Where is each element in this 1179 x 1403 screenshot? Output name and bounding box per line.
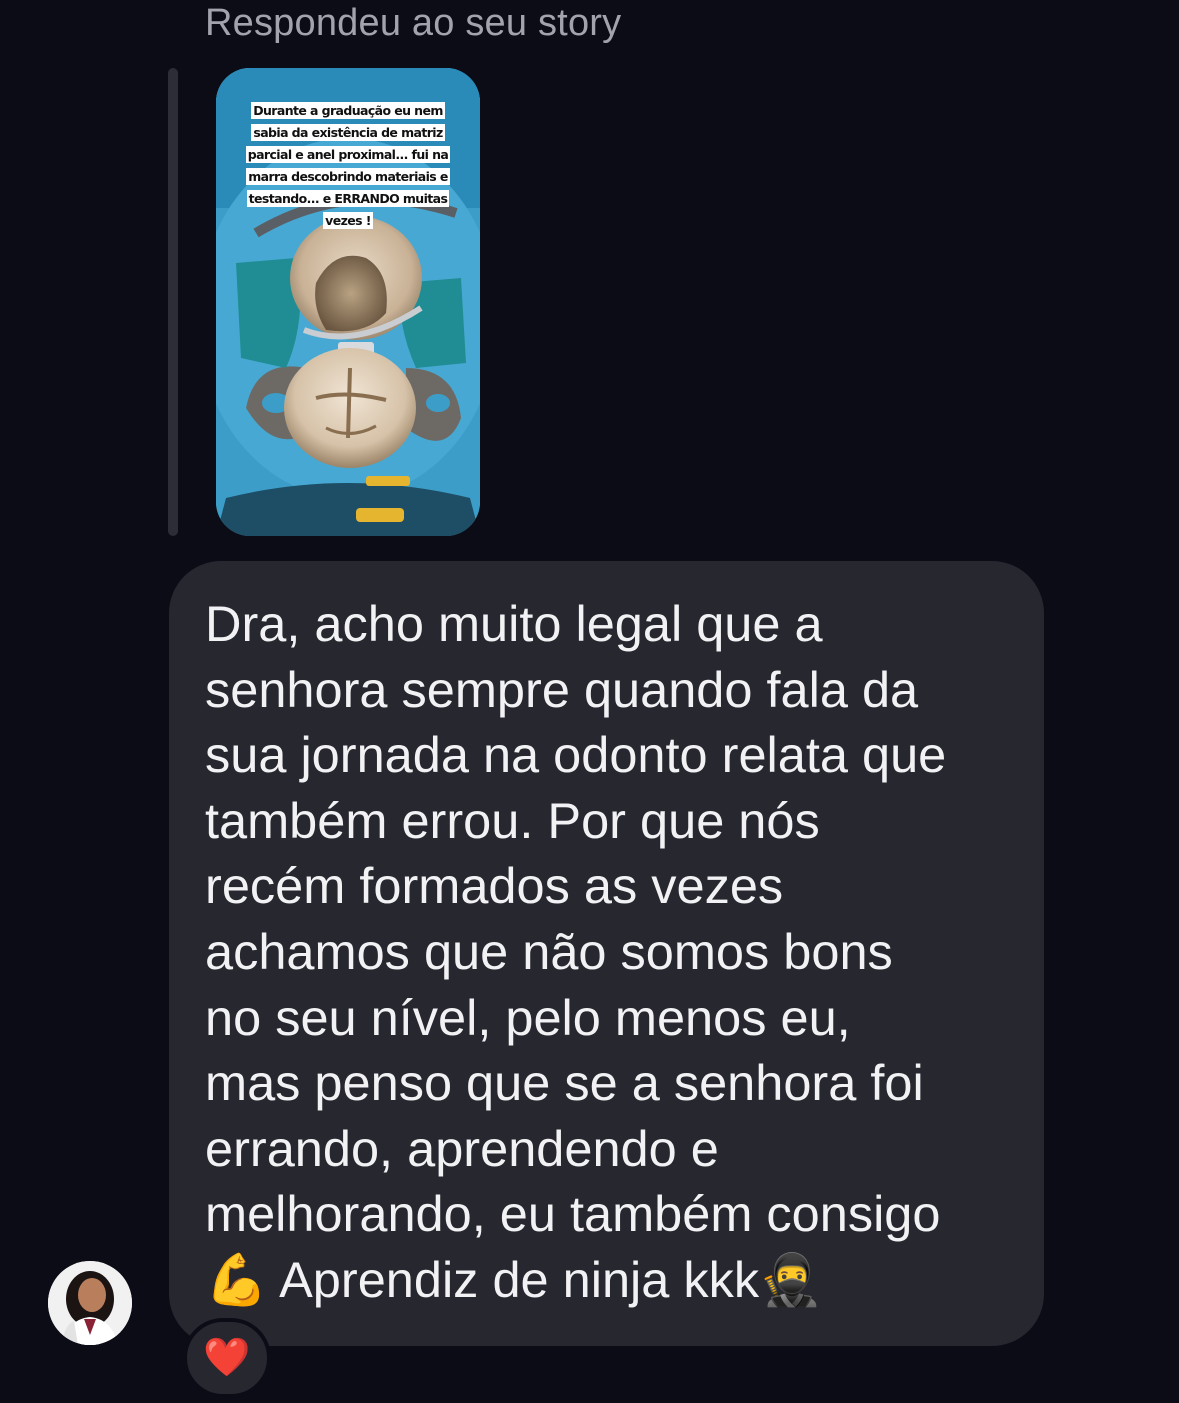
reply-indicator-bar bbox=[168, 68, 178, 536]
message-text: Dra, acho muito legal que a senhora semp… bbox=[205, 595, 947, 1308]
reaction-badge[interactable]: ❤️ bbox=[183, 1318, 271, 1398]
avatar-photo-icon bbox=[48, 1261, 132, 1345]
heart-icon: ❤️ bbox=[203, 1337, 251, 1379]
message-bubble[interactable]: Dra, acho muito legal que a senhora semp… bbox=[169, 561, 1044, 1346]
story-caption: Durante a graduação eu nem sabia da exis… bbox=[245, 102, 451, 229]
story-thumbnail[interactable]: Durante a graduação eu nem sabia da exis… bbox=[216, 68, 480, 536]
dm-thread: Respondeu ao seu story Durante a graduaç… bbox=[0, 0, 1179, 1403]
story-reply-header: Respondeu ao seu story bbox=[205, 2, 622, 44]
sender-avatar[interactable] bbox=[48, 1261, 132, 1345]
